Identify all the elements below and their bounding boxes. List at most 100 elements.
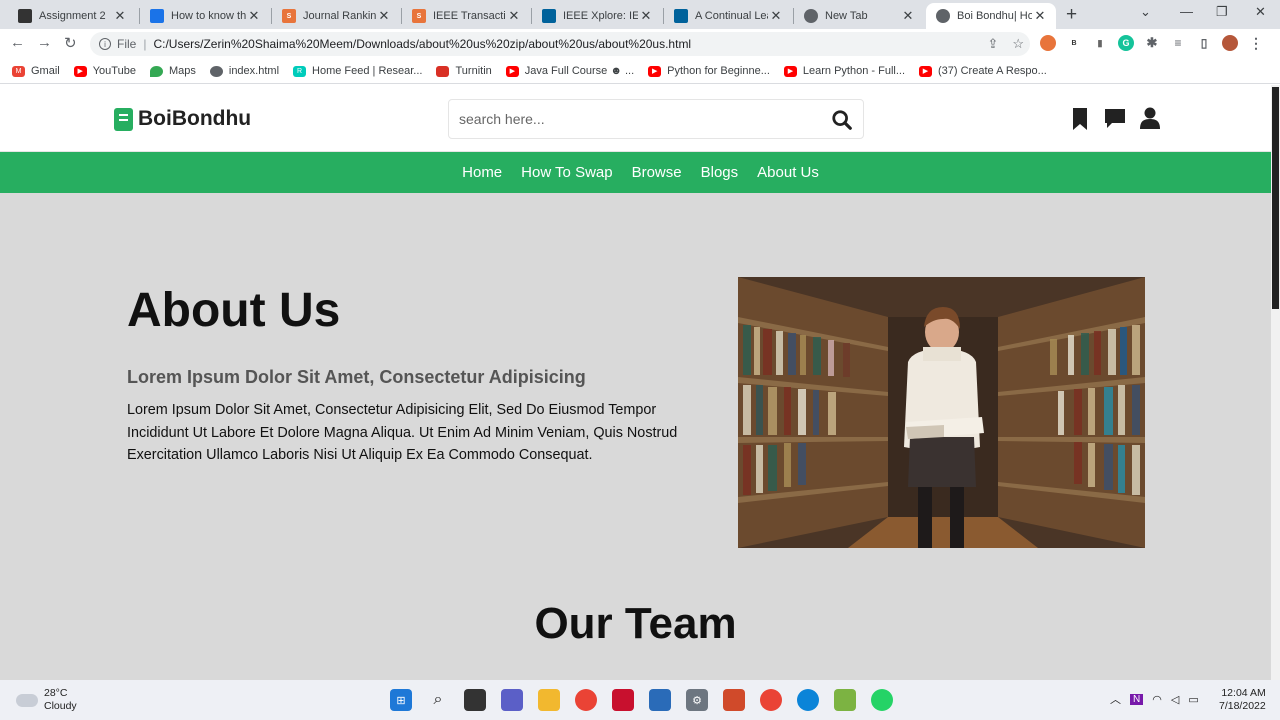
close-icon[interactable]: ✕ [900,8,916,24]
bookmark-researchgate[interactable]: R Home Feed | Resear... [293,65,422,77]
menu-kebab-icon[interactable]: ⋮ [1248,35,1264,51]
sjr-icon: S [412,9,426,23]
bookmark-label: Java Full Course ☻ ... [524,65,635,77]
reload-icon[interactable]: ↻ [64,34,77,52]
chevron-up-icon[interactable]: ︿ [1110,691,1121,707]
researchgate-icon: R [293,65,307,77]
mcafee-icon[interactable] [612,689,634,711]
new-tab-button[interactable]: + [1066,4,1077,26]
minimize-button[interactable]: — [1180,4,1193,19]
task-view-icon[interactable] [464,689,486,711]
clock-time: 12:04 AM [1221,687,1266,699]
search-icon[interactable] [831,109,853,131]
url-text[interactable]: C:/Users/Zerin%20Shaima%20Meem/Downloads… [153,37,691,51]
bookmark-index[interactable]: index.html [209,65,280,77]
weather-widget[interactable]: 28°C Cloudy [16,687,77,713]
bookmark-label: (37) Create A Respo... [938,65,1047,77]
extension-bars-icon[interactable]: ▮ [1092,35,1108,51]
close-icon[interactable]: ✕ [768,8,784,24]
profile-avatar[interactable] [1222,35,1238,51]
tab-new-tab[interactable]: New Tab ✕ [794,3,924,29]
extension-b-icon[interactable]: B [1066,35,1082,51]
whatsapp-icon[interactable] [871,689,893,711]
system-clock[interactable]: 12:04 AM 7/18/2022 [1219,687,1266,713]
windows-start-icon[interactable]: ⊞ [390,689,412,711]
bookmark-maps[interactable]: Maps [149,65,196,77]
nav-browse[interactable]: Browse [632,164,682,181]
search-input[interactable] [459,100,809,138]
battery-icon[interactable]: ▭ [1188,693,1198,706]
ieee-icon [674,9,688,23]
bookmark-label: Gmail [31,65,60,77]
info-icon[interactable]: i [99,38,111,50]
close-icon[interactable]: ✕ [506,8,522,24]
omnibox[interactable]: i File | C:/Users/Zerin%20Shaima%20Meem/… [90,32,1030,56]
wifi-icon[interactable]: ◠ [1152,693,1162,706]
grammarly-icon[interactable]: G [1118,35,1134,51]
settings-gear-icon[interactable]: ⚙ [686,689,708,711]
close-window-button[interactable]: ✕ [1255,4,1266,20]
close-icon[interactable]: ✕ [638,8,654,24]
tab-journal-rankings[interactable]: S Journal Rankings ✕ [272,3,400,29]
star-icon[interactable]: ☆ [1012,36,1024,52]
close-icon[interactable]: ✕ [1032,8,1048,24]
bookmark-youtube[interactable]: ▶ YouTube [73,65,136,77]
bookmark-label: Learn Python - Full... [802,65,905,77]
bookmark-gmail[interactable]: M Gmail [12,65,60,77]
nav-blogs[interactable]: Blogs [701,164,739,181]
powerpoint-icon[interactable] [723,689,745,711]
page-scrollbar[interactable] [1271,85,1280,680]
forward-icon[interactable]: → [37,34,52,51]
store-icon[interactable] [834,689,856,711]
team-title: Our Team [534,599,737,648]
bookmark-label: Python for Beginne... [667,65,770,77]
nav-how-to-swap[interactable]: How To Swap [521,164,612,181]
bookmark-icon[interactable] [1070,107,1090,131]
back-icon[interactable]: ← [10,34,25,51]
tab-boi-bondhu[interactable]: Boi Bondhu| Hom ✕ [926,3,1056,29]
document-icon [18,9,32,23]
extension-icon[interactable] [1040,35,1056,51]
side-panel-icon[interactable]: ▯ [1196,35,1212,51]
onenote-icon[interactable]: N [1130,693,1144,705]
chrome-taskbar-icon[interactable] [575,689,597,711]
edge-icon[interactable] [797,689,819,711]
scrollbar-thumb[interactable] [1272,87,1279,309]
tab-search-chevron-icon[interactable]: ⌄ [1140,4,1151,20]
tab-label: A Continual Learn [695,10,768,22]
tab-assignment-2[interactable]: Assignment 2 ✕ [8,3,136,29]
tab-ieee-xplore[interactable]: IEEE Xplore: IEEE ✕ [532,3,662,29]
tab-how-to-know[interactable]: How to know the ✕ [140,3,270,29]
chat-icon[interactable] [1104,107,1126,129]
url-scheme: File [117,37,137,51]
chrome-active-icon[interactable] [760,689,782,711]
tab-ieee-transactions[interactable]: S IEEE Transactions ✕ [402,3,530,29]
nav-home[interactable]: Home [462,164,502,181]
puzzle-icon[interactable]: ✱ [1144,35,1160,51]
photos-icon[interactable] [649,689,671,711]
share-icon[interactable]: ⇪ [987,36,998,52]
close-icon[interactable]: ✕ [376,8,392,24]
reading-list-icon[interactable]: ≡ [1170,35,1186,51]
bookmark-turnitin[interactable]: Turnitin [436,65,492,77]
close-icon[interactable]: ✕ [112,8,128,24]
bookmark-java[interactable]: ▶ Java Full Course ☻ ... [505,65,635,77]
volume-icon[interactable]: ◁ [1171,693,1179,706]
youtube-icon: ▶ [505,65,519,77]
bookmark-label: Home Feed | Resear... [312,65,423,77]
globe-icon [209,65,223,77]
user-icon[interactable] [1140,107,1160,129]
tab-label: Journal Rankings [303,10,376,22]
teams-chat-icon[interactable] [501,689,523,711]
bookmark-python[interactable]: ▶ Python for Beginne... [648,65,770,77]
bookmark-learn-python[interactable]: ▶ Learn Python - Full... [783,65,905,77]
site-logo[interactable]: BoiBondhu [114,107,251,131]
bookmark-label: index.html [228,65,280,77]
file-explorer-icon[interactable] [538,689,560,711]
bookmark-create-respo[interactable]: ▶ (37) Create A Respo... [919,65,1047,77]
maximize-button[interactable]: ❐ [1216,4,1228,20]
close-icon[interactable]: ✕ [246,8,262,24]
nav-about-us[interactable]: About Us [757,164,819,181]
tab-continual-learn[interactable]: A Continual Learn ✕ [664,3,792,29]
search-icon[interactable]: ⌕ [427,689,449,711]
